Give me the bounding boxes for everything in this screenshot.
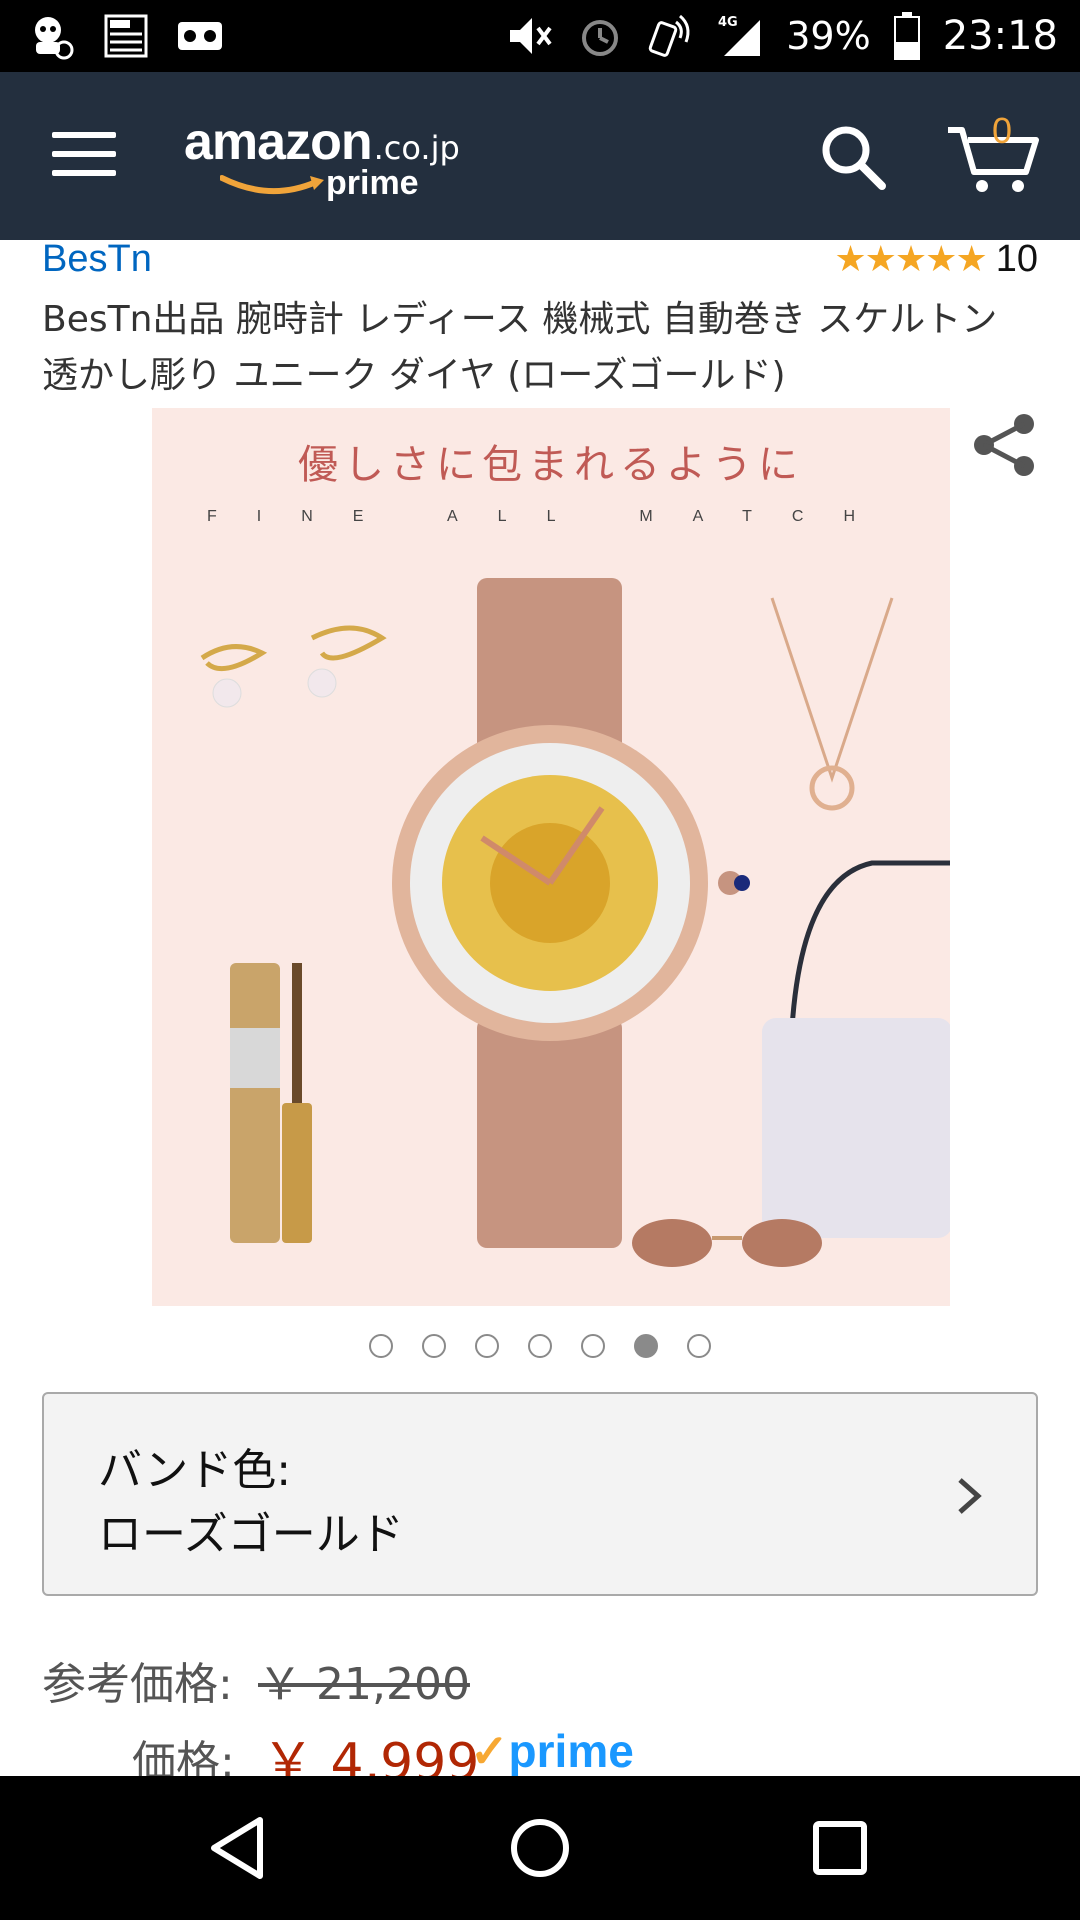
rating[interactable]: ★★★★★ 10 xyxy=(834,238,1038,281)
battery-icon xyxy=(893,12,920,60)
recent-apps-icon[interactable] xyxy=(804,1812,876,1884)
cart-button[interactable]: 0 xyxy=(944,110,1040,196)
review-count: 10 xyxy=(995,238,1038,280)
menu-icon[interactable] xyxy=(52,132,116,178)
carousel-dot[interactable] xyxy=(581,1334,605,1358)
carousel-dot[interactable] xyxy=(475,1334,499,1358)
product-image[interactable]: 優しさに包まれるように FINE ALL MATCH xyxy=(152,408,950,1306)
brand-link[interactable]: BesTn xyxy=(42,238,152,281)
app-header: amazon.co.jp prime 0 xyxy=(0,72,1080,240)
svg-text:4G: 4G xyxy=(718,15,738,30)
amazon-logo[interactable]: amazon.co.jp prime xyxy=(184,112,460,202)
reference-price-label: 参考価格: xyxy=(42,1659,233,1710)
rating-stars: ★★★★★ xyxy=(834,239,987,280)
smile-arrow-icon xyxy=(220,175,324,195)
variant-label: バンド色: xyxy=(98,1445,292,1496)
carousel-dot[interactable] xyxy=(422,1334,446,1358)
newspaper-icon xyxy=(104,14,148,58)
chevron-right-icon xyxy=(958,1478,982,1514)
system-nav-bar xyxy=(0,1776,1080,1920)
search-icon[interactable] xyxy=(818,122,888,192)
app-notification-icon xyxy=(35,17,74,60)
carousel-dot[interactable] xyxy=(369,1334,393,1358)
status-bar: 4G 39% 23:18 xyxy=(0,0,1080,72)
voicemail-icon xyxy=(178,22,222,50)
band-color-selector[interactable]: バンド色: ローズゴールド xyxy=(42,1392,1038,1596)
battery-percent: 39% xyxy=(786,14,871,58)
logo-text: amazon xyxy=(184,113,373,171)
logo-prime: prime xyxy=(326,164,419,202)
mute-icon xyxy=(510,18,552,54)
alarm-icon xyxy=(582,20,619,56)
status-bar-right: 4G 39% 23:18 xyxy=(506,8,1058,64)
nfc-icon xyxy=(649,14,690,57)
cart-count: 0 xyxy=(992,110,1013,151)
product-title: BesTn出品 腕時計 レディース 機械式 自動巻き スケルトン 透かし彫り ユ… xyxy=(42,299,998,396)
home-icon[interactable] xyxy=(504,1812,576,1884)
carousel-dot[interactable] xyxy=(687,1334,711,1358)
signal-4g-icon: 4G xyxy=(718,15,761,56)
share-icon[interactable] xyxy=(972,412,1038,478)
carousel-dot[interactable] xyxy=(634,1334,658,1358)
reference-price: ￥ 21,200 xyxy=(258,1659,470,1710)
prime-label: prime xyxy=(508,1725,634,1777)
prime-badge: ✓prime xyxy=(470,1724,634,1778)
status-bar-left xyxy=(28,12,224,60)
prime-check-icon: ✓ xyxy=(470,1725,509,1777)
carousel-dot[interactable] xyxy=(528,1334,552,1358)
clock: 23:18 xyxy=(942,13,1058,59)
logo-domain: .co.jp xyxy=(373,129,460,167)
back-icon[interactable] xyxy=(204,1812,276,1884)
variant-value: ローズゴールド xyxy=(98,1509,404,1560)
watch-illustration xyxy=(200,578,950,1267)
image-carousel-dots xyxy=(0,1334,1080,1358)
